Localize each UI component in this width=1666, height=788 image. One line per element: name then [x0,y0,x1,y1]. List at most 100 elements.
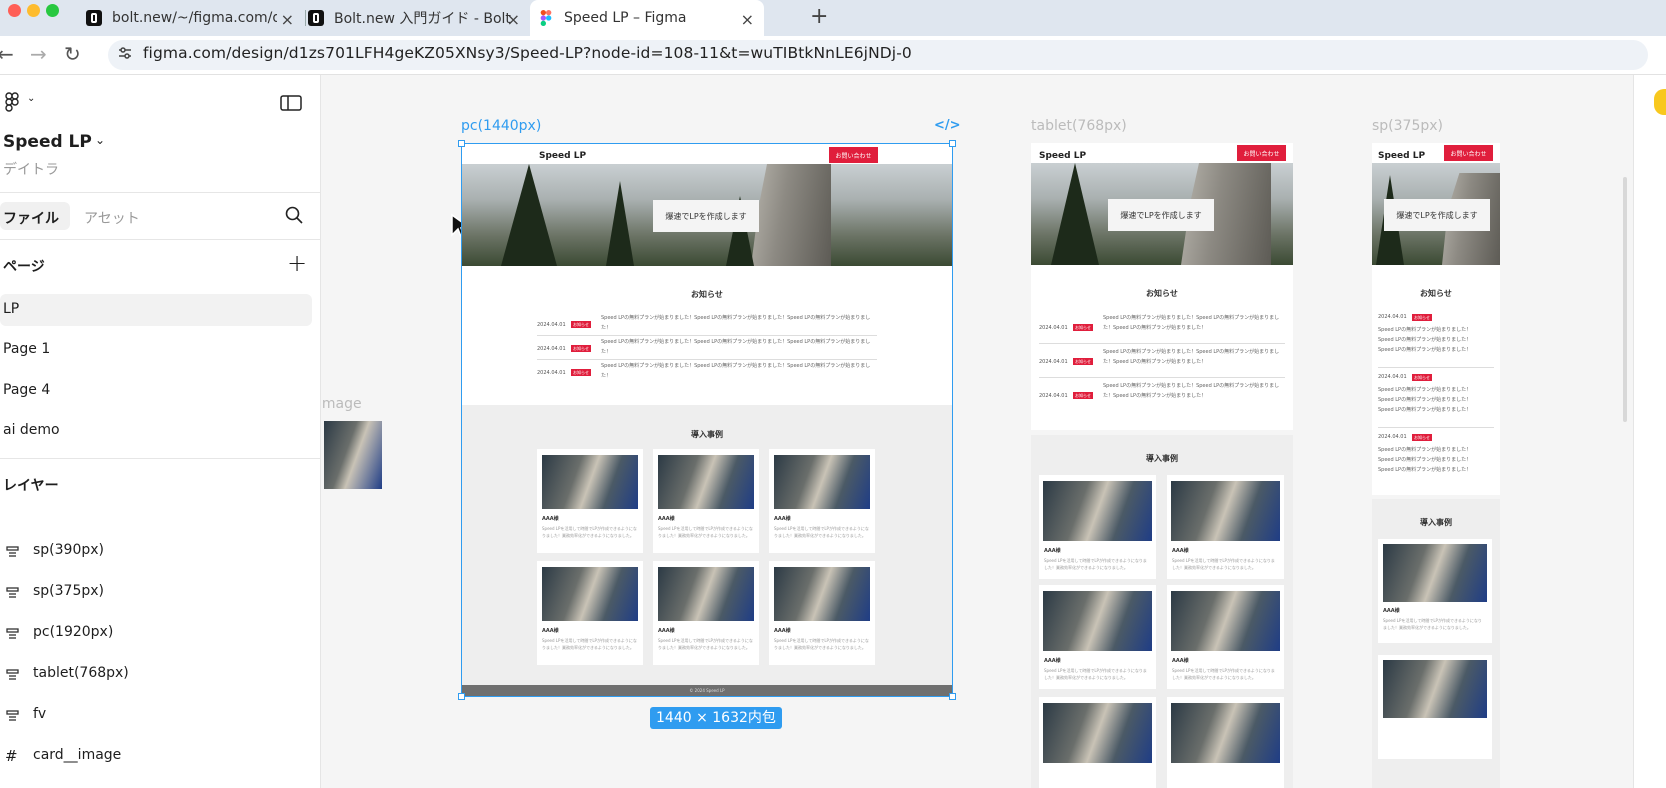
card-image [658,455,754,509]
contact-button[interactable]: お問い合わせ [1444,145,1493,161]
forward-arrow-icon[interactable]: → [30,42,47,66]
tree-shape [501,164,557,266]
site-logo: Speed LP [1039,151,1087,161]
frame-pc[interactable]: Speed LP お問い合わせ 爆速でLPを作成します お知らせ 2024.04… [461,143,953,697]
case-card [1167,697,1284,788]
add-page-icon[interactable]: + [287,249,307,277]
frame-layer-icon [6,587,19,598]
contact-button[interactable]: お問い合わせ [1237,145,1286,161]
frame-label-pc[interactable]: pc(1440px) [461,118,541,134]
page-item-ai-demo[interactable]: ai demo [3,422,60,438]
figma-left-panel: ⌄ Speed LP ⌄ デイトラ ファイル アセット ページ + LP Pag… [0,75,321,788]
frame-label-sp[interactable]: sp(375px) [1372,118,1443,134]
case-card: AAA様 Speed LPを活用して時間でLPが作成できるようになりました！業務… [1378,539,1492,643]
cliff-shape [751,164,831,266]
frame-label-image[interactable]: image [321,396,362,412]
resize-handle[interactable] [458,693,465,700]
contact-button[interactable]: お問い合わせ [829,147,878,163]
frame-layer-icon [6,710,19,721]
card-image [1043,703,1152,763]
page-item-lp[interactable] [0,294,312,326]
case-name: AAA様 [542,628,559,634]
cases-title: 導入事例 [1146,454,1178,463]
news-text: Speed LPの無料プランが始まりました！Speed LPの無料プランが始まり… [1378,447,1472,473]
site-settings-icon[interactable] [118,46,132,60]
layer-fv[interactable]: fv [33,706,46,722]
user-avatar[interactable] [1654,89,1666,115]
news-row: 2024.04.01 お知らせ Speed LPの無料プランが始まりました！Sp… [1378,311,1494,368]
page-item-page-1[interactable]: Page 1 [3,341,50,357]
tab-bolt-figma[interactable]: bolt.new/~/figma.com/design × [78,0,304,36]
close-tab-icon[interactable]: × [507,10,520,29]
layer-sp-390[interactable]: sp(390px) [33,542,104,558]
chevron-down-icon[interactable]: ⌄ [95,133,105,147]
toggle-sidebar-icon[interactable] [280,95,302,111]
resize-handle[interactable] [949,140,956,147]
news-badge: お知らせ [1073,358,1093,365]
layer-sp-375[interactable]: sp(375px) [33,583,104,599]
case-text: Speed LPを活用して時間でLPが作成できるようになりました！業務効率化がで… [1383,618,1482,630]
figma-favicon-icon [540,10,552,26]
card-image [1043,481,1152,541]
card-image [542,567,638,621]
news-row: 2024.04.01 お知らせ Speed LPの無料プランが始まりました！Sp… [1378,431,1494,487]
figma-canvas[interactable]: image pc(1440px) </> Speed LP お問い合わせ 爆速で… [321,75,1631,788]
back-arrow-icon[interactable]: ← [0,42,14,66]
layers-header: レイヤー [3,478,59,494]
layer-pc-1920[interactable]: pc(1920px) [33,624,113,640]
card-image [658,567,754,621]
bolt-favicon-icon [86,10,102,26]
card-image [774,455,870,509]
frame-label-tablet[interactable]: tablet(768px) [1031,118,1127,134]
figma-menu-icon[interactable] [5,92,19,112]
scrollbar[interactable] [1623,177,1627,422]
news-text: Speed LPの無料プランが始まりました！Speed LPの無料プランが始まり… [1103,383,1280,399]
news-text: Speed LPの無料プランが始まりました！Speed LPの無料プランが始まり… [1103,349,1280,365]
image-thumbnail[interactable] [324,421,382,489]
url-text[interactable]: figma.com/design/d1zs701LFH4geKZ05XNsy3/… [143,44,912,62]
news-text: Speed LPの無料プランが始まりました！Speed LPの無料プランが始まり… [601,363,871,379]
search-icon[interactable] [285,206,303,224]
case-text: Speed LPを活用して時間でLPが作成できるようになりました！業務効率化がで… [658,526,753,538]
news-date: 2024.04.01 [1039,325,1068,331]
frame-layer-icon [6,546,19,557]
hero-image: 爆速でLPを作成します [461,164,953,266]
reload-icon[interactable]: ↻ [64,42,81,66]
case-name: AAA様 [774,628,791,634]
code-icon[interactable]: </> [934,118,961,133]
chevron-down-icon[interactable]: ⌄ [27,93,35,104]
tab-bolt-guide[interactable]: Bolt.new 入門ガイド - Bolt × [308,0,530,36]
case-card: AAA様 Speed LPを活用して時間でLPが作成できるようになりました！業務… [1167,475,1284,579]
tab-file-label: ファイル [3,211,59,227]
close-window-dot[interactable] [8,4,21,17]
news-date: 2024.04.01 [1378,314,1407,320]
case-name: AAA様 [658,628,675,634]
tab-assets[interactable]: アセット [84,208,140,228]
resize-handle[interactable] [949,693,956,700]
case-card: AAA様 Speed LPを活用して時間でLPが作成できるようになりました！業務… [769,449,875,553]
close-tab-icon[interactable]: × [741,10,754,29]
news-badge: お知らせ [1073,392,1093,399]
tab-speed-lp-figma[interactable]: Speed LP – Figma × [530,0,764,36]
frame-sp[interactable]: Speed LP お問い合わせ 爆速でLPを作成します お知らせ 2024.04… [1372,143,1500,495]
site-logo: Speed LP [539,151,587,161]
file-name[interactable]: Speed LP [3,132,92,152]
case-card: AAA様 Speed LPを活用して時間でLPが作成できるようになりました！業務… [653,449,759,553]
page-item-page-4[interactable]: Page 4 [3,382,50,398]
frame-sp-cases: 導入事例 AAA様 Speed LPを活用して時間でLPが作成できるようになりま… [1372,499,1500,788]
close-tab-icon[interactable]: × [281,10,294,29]
resize-handle[interactable] [458,140,465,147]
layer-tablet-768[interactable]: tablet(768px) [33,665,129,681]
case-name: AAA様 [1172,548,1189,554]
case-card: AAA様 Speed LPを活用して時間でLPが作成できるようになりました！業務… [1167,585,1284,689]
news-row: 2024.04.01 お知らせ Speed LPの無料プランが始まりました！Sp… [537,361,877,383]
maximize-window-dot[interactable] [46,4,59,17]
frame-tablet[interactable]: Speed LP お問い合わせ 爆速でLPを作成します お知らせ 2024.04… [1031,143,1293,430]
news-badge: お知らせ [1412,434,1432,441]
new-tab-button[interactable]: + [810,4,828,29]
layer-card-image[interactable]: card__image [33,747,121,763]
news-text: Speed LPの無料プランが始まりました！Speed LPの無料プランが始まり… [601,339,871,355]
case-name: AAA様 [1383,608,1400,614]
minimize-window-dot[interactable] [27,4,40,17]
case-name: AAA様 [658,516,675,522]
